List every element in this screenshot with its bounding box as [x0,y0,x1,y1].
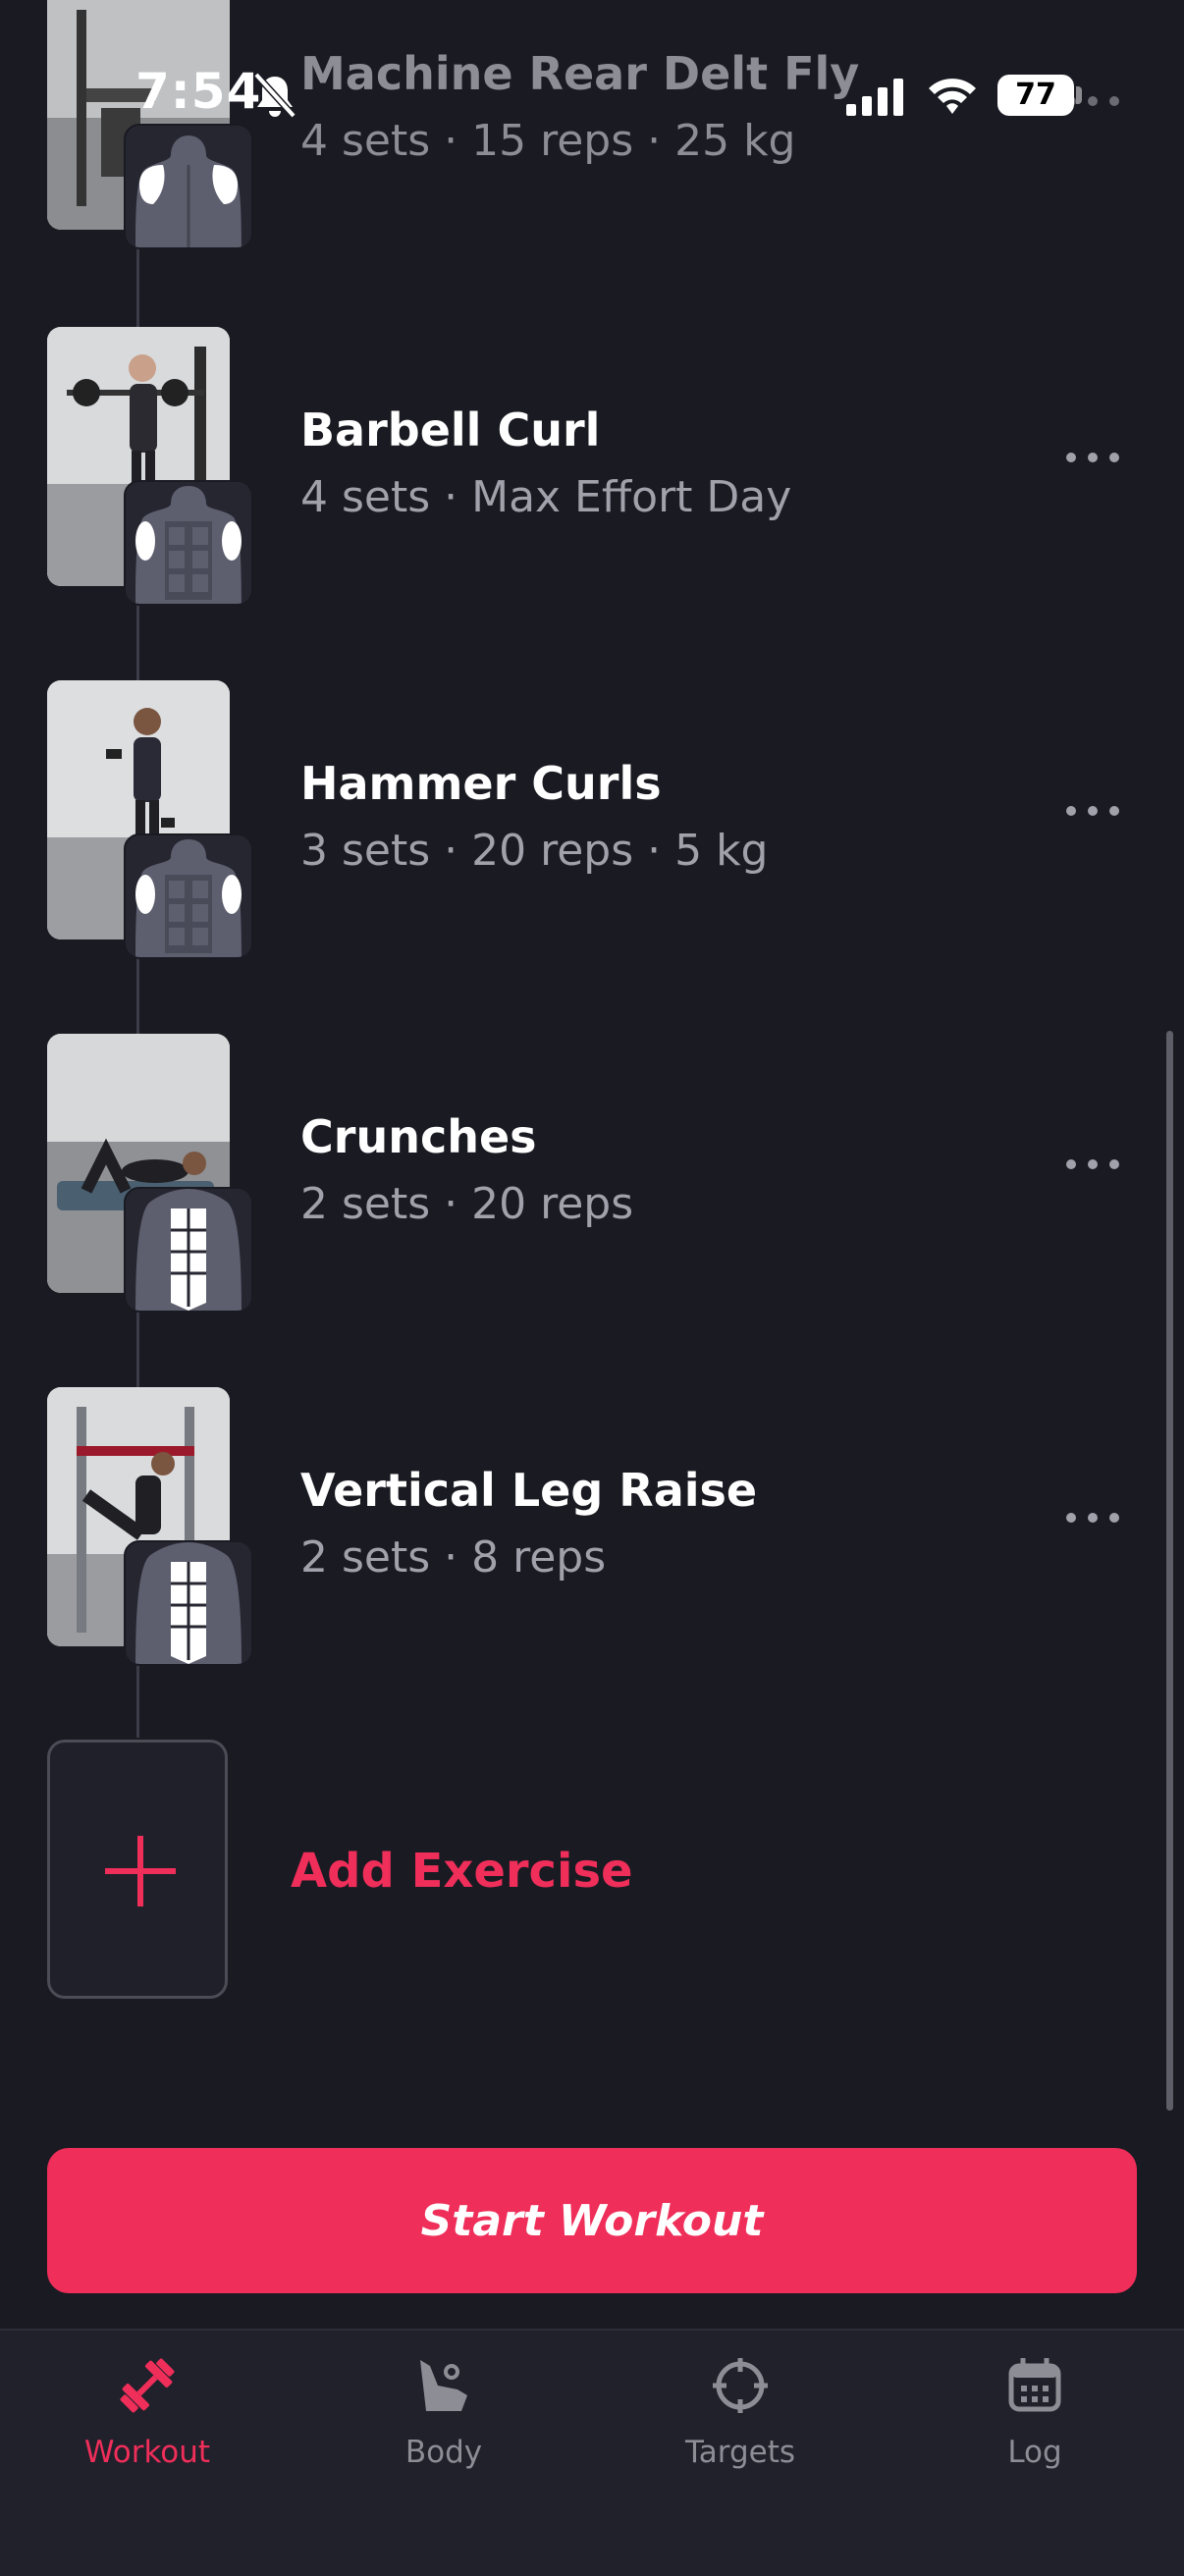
muscle-map-abs-icon [124,1187,253,1313]
more-options-icon[interactable] [1066,449,1121,466]
exercise-detail: 3 sets · 20 reps · 5 kg [300,826,769,876]
tab-label: Body [404,2435,483,2470]
muscle-map-biceps-icon [124,833,253,959]
more-options-icon[interactable] [1066,802,1121,820]
tab-log[interactable]: Log [927,2354,1143,2492]
exercise-detail: 4 sets · Max Effort Day [300,472,792,522]
tab-body[interactable]: Body [336,2354,552,2492]
exercise-detail: 4 sets · 15 reps · 25 kg [300,116,796,166]
add-exercise-label[interactable]: Add Exercise [291,1844,633,1899]
plus-icon [105,1836,176,1906]
exercise-name: Machine Rear Delt Fly [300,47,860,100]
exercise-detail: 2 sets · 20 reps [300,1179,634,1229]
muscle-map-biceps-icon [124,480,253,606]
exercise-name: Hammer Curls [300,757,662,810]
tab-bar: Workout Body Targets Log [0,2329,1184,2576]
exercise-name: Crunches [300,1110,537,1163]
start-workout-button[interactable]: Start Workout [47,2148,1137,2293]
exercise-name: Barbell Curl [300,403,601,456]
tab-label: Log [1007,2435,1062,2470]
exercise-row-vertical-leg-raise[interactable]: Vertical Leg Raise 2 sets · 8 reps [0,1387,1184,1666]
exercise-row-barbell-curl[interactable]: Barbell Curl 4 sets · Max Effort Day [0,327,1184,606]
scrollbar[interactable] [1166,1031,1173,2111]
exercise-detail: 2 sets · 8 reps [300,1532,607,1583]
muscle-map-rear-delts-icon [124,124,253,249]
body-icon [420,2360,467,2411]
exercise-name: Vertical Leg Raise [300,1464,758,1517]
crosshair-icon [713,2358,768,2413]
tab-workout[interactable]: Workout [39,2354,255,2492]
dumbbell-icon [120,2358,175,2413]
more-options-icon[interactable] [1066,1509,1121,1527]
more-options-icon[interactable] [1066,1155,1121,1173]
exercise-row-hammer-curls[interactable]: Hammer Curls 3 sets · 20 reps · 5 kg [0,680,1184,959]
add-exercise-button[interactable] [47,1740,228,1999]
tab-targets[interactable]: Targets [632,2354,848,2492]
exercise-row-machine-rear-delt-fly[interactable]: Machine Rear Delt Fly 4 sets · 15 reps ·… [0,0,1184,249]
calendar-icon [1008,2358,1061,2412]
tab-label: Targets [684,2435,796,2470]
tab-label: Workout [83,2435,211,2470]
muscle-map-abs-icon [124,1540,253,1666]
exercise-row-crunches[interactable]: Crunches 2 sets · 20 reps [0,1034,1184,1313]
more-options-icon[interactable] [1066,92,1121,110]
